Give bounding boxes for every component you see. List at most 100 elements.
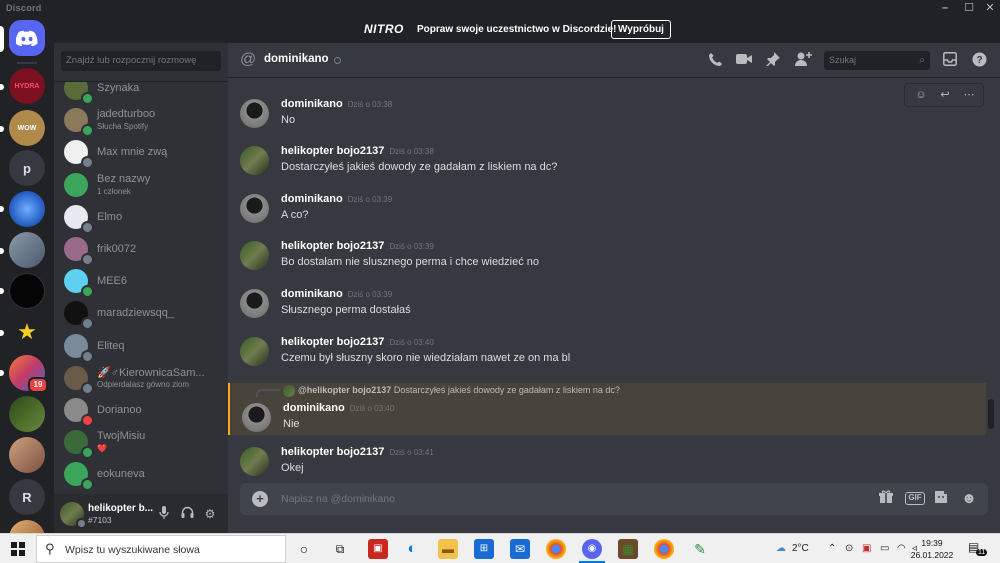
chat-message[interactable]: helikopter bojo2137 Dziś o 03:40 Czemu był…: [228, 335, 986, 375]
dm-item[interactable]: Eliteq: [62, 330, 222, 363]
message-avatar[interactable]: [240, 99, 269, 128]
store-icon[interactable]: ⊞: [474, 539, 494, 559]
gift-app-icon[interactable]: ▣: [368, 539, 388, 559]
voice-call-icon[interactable]: [706, 52, 724, 70]
chat-message[interactable]: dominikano Dziś o 03:38 No: [228, 97, 986, 137]
file-explorer-icon[interactable]: ▬: [438, 539, 458, 559]
headphones-icon[interactable]: [179, 506, 195, 522]
server-wow[interactable]: WOW: [9, 110, 45, 146]
status-indicator: [81, 220, 94, 234]
chrome-profile-icon[interactable]: [654, 539, 674, 559]
dm-item[interactable]: maradziewsqq_: [62, 297, 222, 331]
server-blue-galaxy[interactable]: [9, 191, 45, 227]
tray-chevron-icon[interactable]: ⌃: [828, 543, 836, 554]
reply-icon[interactable]: ↩: [935, 87, 955, 103]
settings-gear-icon[interactable]: ⚙: [202, 506, 218, 522]
inbox-icon[interactable]: [941, 52, 959, 70]
add-friend-to-dm-icon[interactable]: [794, 52, 812, 70]
message-author[interactable]: helikopter bojo2137 Dziś o 03:39: [281, 240, 434, 252]
chrome-icon[interactable]: [546, 539, 566, 559]
message-author[interactable]: helikopter bojo2137 Dziś o 03:38: [281, 145, 434, 157]
mail-icon[interactable]: ✉: [510, 539, 530, 559]
message-author[interactable]: helikopter bojo2137 Dziś o 03:41: [281, 446, 434, 458]
home-button[interactable]: [9, 20, 45, 56]
dm-item[interactable]: Max mnie zwą: [62, 136, 222, 170]
reply-preview[interactable]: @helikopter bojo2137 Dostarczyłeś jakieś…: [298, 385, 620, 395]
message-avatar[interactable]: [240, 289, 269, 318]
message-author[interactable]: dominikano Dziś o 03:39: [281, 193, 392, 205]
chat-message[interactable]: dominikano Dziś o 03:39 Słusznego perma do…: [228, 287, 986, 327]
help-icon[interactable]: ?: [970, 52, 988, 70]
taskbar-clock[interactable]: 19:39 26.01.2022: [910, 537, 954, 561]
chat-scrollbar[interactable]: [988, 399, 994, 429]
message-avatar[interactable]: [240, 194, 269, 223]
message-author[interactable]: dominikano Dziś o 03:40: [283, 402, 394, 414]
more-options-icon[interactable]: ⋯: [959, 87, 979, 103]
paint-icon[interactable]: ✎: [690, 539, 710, 559]
taskbar-search-box[interactable]: ⚲ Wpisz tu wyszukiwane słowa: [36, 535, 286, 563]
chat-search-input[interactable]: Szukaj ⌕: [824, 51, 930, 70]
server-star[interactable]: ★: [9, 314, 45, 350]
weather-icon[interactable]: ☁: [776, 543, 786, 554]
cortana-icon[interactable]: ○: [294, 539, 314, 559]
close-button[interactable]: ✕: [978, 1, 1000, 15]
dm-item[interactable]: Dorianoo: [62, 394, 222, 427]
windows-start-icon[interactable]: [11, 542, 25, 556]
edge-icon[interactable]: ◐: [402, 539, 422, 559]
battery-icon[interactable]: ▭: [880, 543, 889, 554]
chat-message[interactable]: helikopter bojo2137 Dziś o 03:41 Okej: [228, 445, 986, 479]
chat-recipient-name[interactable]: dominikano: [264, 53, 329, 65]
chat-message[interactable]: helikopter bojo2137 Dziś o 03:38 Dostarczy…: [228, 144, 986, 184]
tray-antivirus-icon[interactable]: ▣: [862, 543, 871, 554]
chat-message[interactable]: @helikopter bojo2137 Dostarczyłeś jakieś…: [228, 383, 986, 435]
message-avatar[interactable]: [240, 241, 269, 270]
emoji-icon[interactable]: ☻: [960, 490, 978, 508]
message-input[interactable]: Napisz na @dominikano: [281, 493, 395, 505]
gift-icon[interactable]: [877, 490, 895, 508]
server-r[interactable]: R: [9, 479, 45, 515]
video-call-icon[interactable]: [735, 52, 753, 70]
message-avatar[interactable]: [240, 447, 269, 476]
server-hydra[interactable]: HYDRA: [9, 68, 45, 104]
sticker-icon[interactable]: [932, 490, 950, 508]
message-avatar[interactable]: [240, 337, 269, 366]
message-author[interactable]: dominikano Dziś o 03:39: [281, 288, 392, 300]
server-minecraft[interactable]: [9, 232, 45, 268]
dm-item[interactable]: 🚀♂KierownicaSam... Odpierdalasz gówno zio…: [62, 362, 222, 395]
dm-item[interactable]: Szynaka: [62, 82, 222, 105]
dm-item[interactable]: Elmo: [62, 201, 222, 234]
server-black[interactable]: [9, 273, 45, 309]
chat-message[interactable]: helikopter bojo2137 Dziś o 03:39 Bo dostał…: [228, 239, 986, 279]
dm-item[interactable]: TwojMisiu ❤️: [62, 426, 222, 460]
message-avatar[interactable]: [240, 146, 269, 175]
dm-item[interactable]: frik0072: [62, 233, 222, 266]
server-last[interactable]: [9, 520, 45, 533]
microphone-icon[interactable]: [156, 506, 172, 522]
dm-item[interactable]: Bez nazwy 1 członek: [62, 169, 222, 201]
tray-app-icon[interactable]: ⊙: [845, 543, 853, 554]
weather-temperature[interactable]: 2°C: [792, 543, 809, 554]
dm-search-input[interactable]: Znajdź lub rozpocznij rozmowę: [61, 51, 221, 71]
server-p[interactable]: p: [9, 150, 45, 186]
discord-taskbar-icon[interactable]: ◉: [582, 539, 602, 559]
minecraft-icon[interactable]: ▦: [618, 539, 638, 559]
chat-message[interactable]: dominikano Dziś o 03:39 A co?: [228, 192, 986, 232]
message-author[interactable]: helikopter bojo2137 Dziś o 03:40: [281, 336, 434, 348]
dm-item[interactable]: MEE6: [62, 265, 222, 299]
server-person[interactable]: [9, 437, 45, 473]
nitro-try-button[interactable]: Wypróbuj: [611, 20, 671, 39]
message-author[interactable]: dominikano Dziś o 03:38: [281, 98, 392, 110]
reply-connector: [256, 389, 280, 397]
task-view-icon[interactable]: ⧉: [330, 539, 350, 559]
dm-item[interactable]: jadedturboo Słucha Spotify: [62, 104, 222, 138]
minimize-button[interactable]: –: [933, 1, 957, 15]
message-avatar[interactable]: [242, 403, 271, 432]
upload-plus-icon[interactable]: +: [252, 491, 268, 507]
wifi-icon[interactable]: ◠: [897, 543, 906, 554]
author-name: helikopter bojo2137: [281, 240, 385, 252]
dm-item[interactable]: eokuneva: [62, 458, 222, 492]
add-reaction-icon[interactable]: ☺: [911, 87, 931, 103]
server-music[interactable]: [9, 396, 45, 432]
gif-button[interactable]: GIF: [905, 492, 925, 505]
pinned-messages-icon[interactable]: [764, 52, 782, 70]
